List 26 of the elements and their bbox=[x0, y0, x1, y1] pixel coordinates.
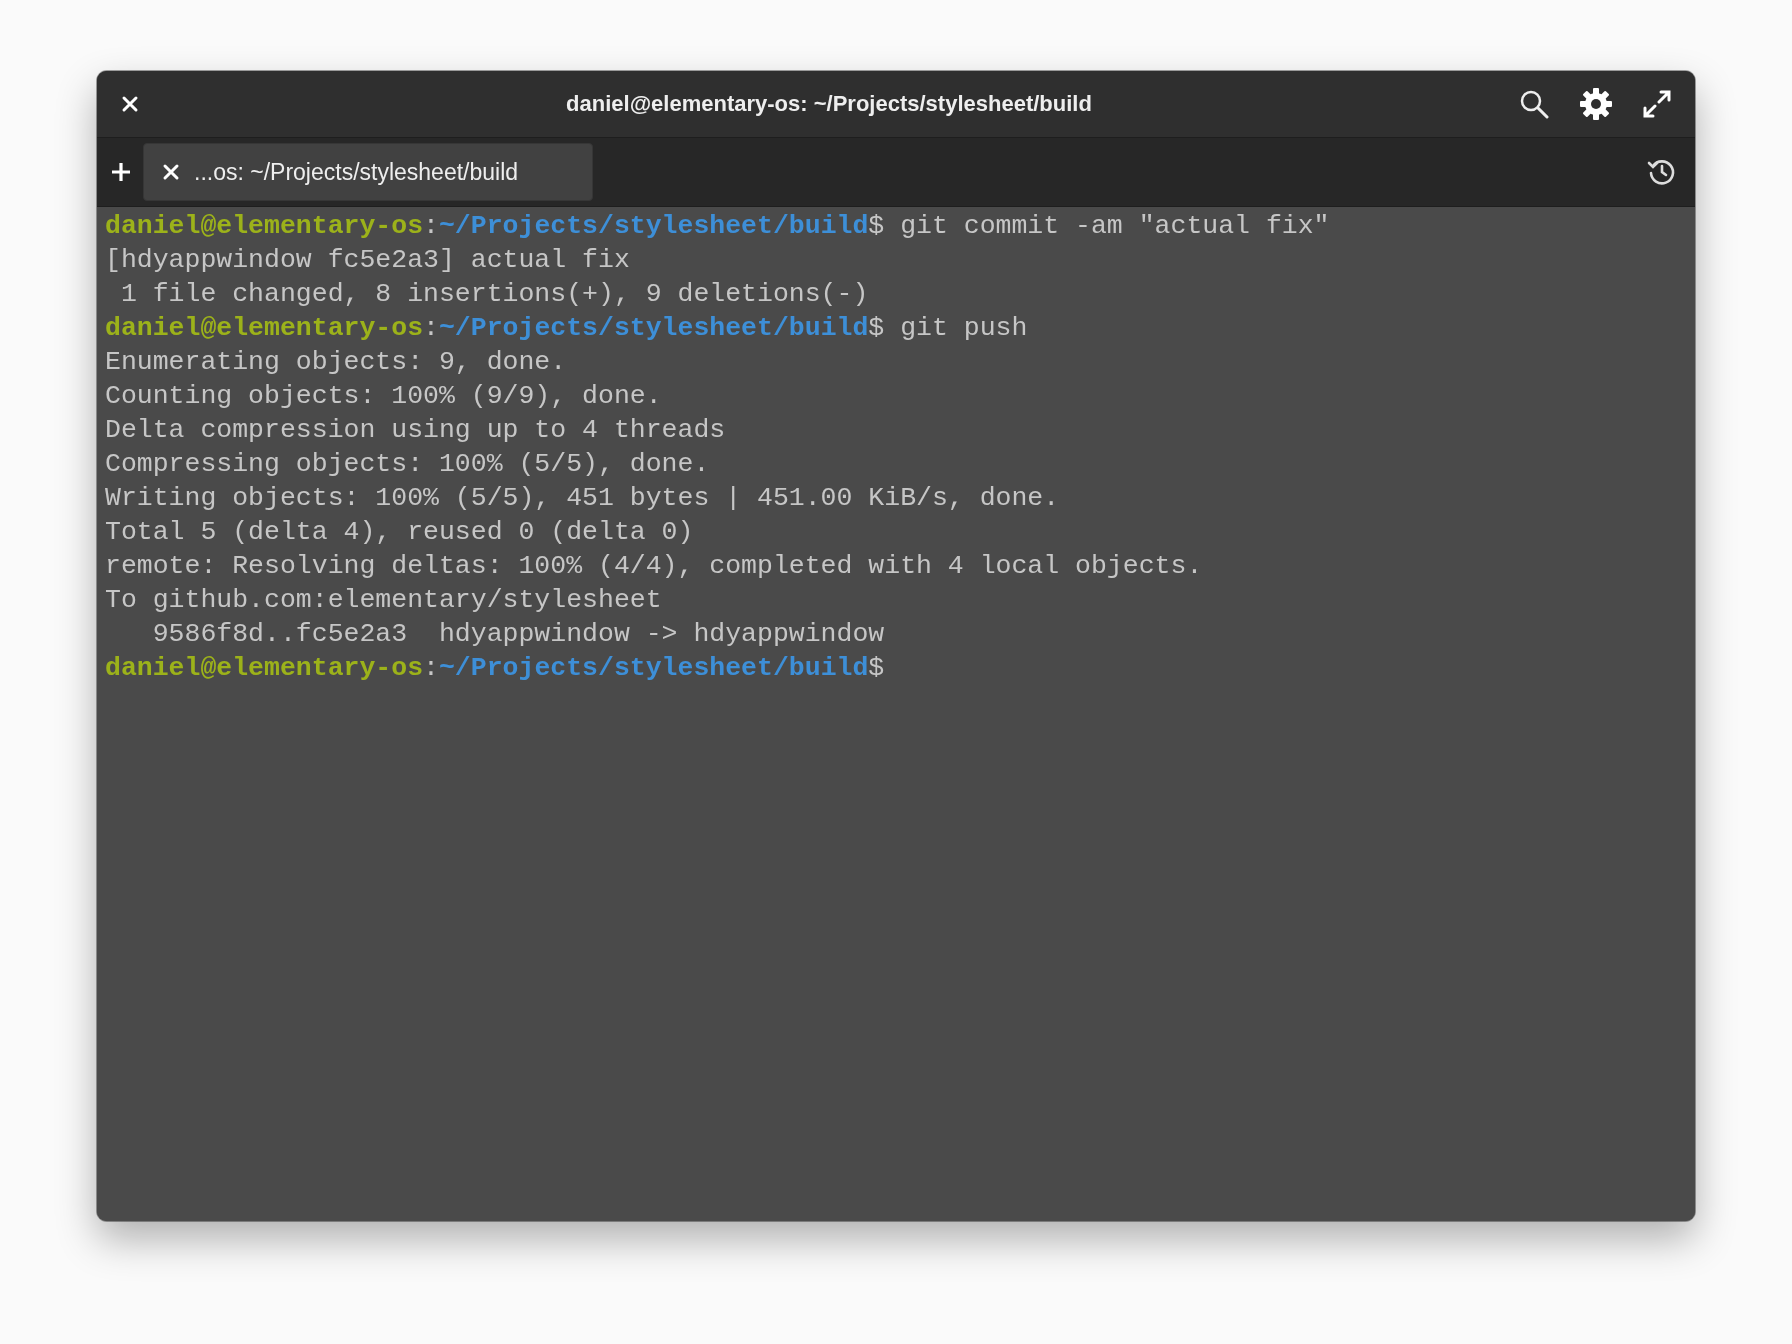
output-line: [hdyappwindow fc5e2a3] actual fix bbox=[105, 244, 630, 277]
command-text: git push bbox=[900, 312, 1028, 345]
output-line: Compressing objects: 100% (5/5), done. bbox=[105, 448, 710, 481]
shell-prompt: daniel@elementary-os:~/Projects/stylesheet/build$ bbox=[105, 312, 885, 345]
output-line: Counting objects: 100% (9/9), done. bbox=[105, 380, 662, 413]
output-line: Total 5 (delta 4), reused 0 (delta 0) bbox=[105, 516, 694, 549]
shell-prompt: daniel@elementary-os:~/Projects/stylesheet/build$ bbox=[105, 652, 885, 685]
close-icon bbox=[121, 95, 139, 113]
close-icon bbox=[162, 163, 180, 181]
output-line: 9586f8d..fc5e2a3 hdyappwindow -> hdyappwindow bbox=[151, 618, 885, 651]
output-line: Enumerating objects: 9, done. bbox=[105, 346, 567, 379]
output-line: 1 file changed, 8 insertions(+), 9 deletions(-) bbox=[119, 278, 869, 311]
search-icon bbox=[1519, 89, 1549, 119]
command-text: git commit -am "actual fix" bbox=[900, 210, 1330, 243]
settings-icon bbox=[1579, 87, 1613, 121]
output-line: To github.com:elementary/stylesheet bbox=[105, 584, 662, 617]
shell-prompt: daniel@elementary-os:~/Projects/stylesheet/build$ bbox=[105, 210, 885, 243]
close-tab-button[interactable] bbox=[162, 163, 180, 181]
output-line: Delta compression using up to 4 threads bbox=[105, 414, 726, 447]
plus-icon bbox=[111, 162, 131, 182]
expand-icon bbox=[1643, 90, 1671, 118]
window-title: daniel@elementary-os: ~/Projects/stylesheet/build bbox=[565, 91, 1093, 117]
history-icon bbox=[1647, 157, 1677, 187]
terminal-tab[interactable]: ...os: ~/Projects/stylesheet/build bbox=[143, 143, 593, 201]
output-line: remote: Resolving deltas: 100% (4/4), completed with 4 local objects. bbox=[105, 550, 1203, 583]
output-line: Writing objects: 100% (5/5), 451 bytes | 451.00 KiB/s, done. bbox=[105, 482, 1060, 515]
